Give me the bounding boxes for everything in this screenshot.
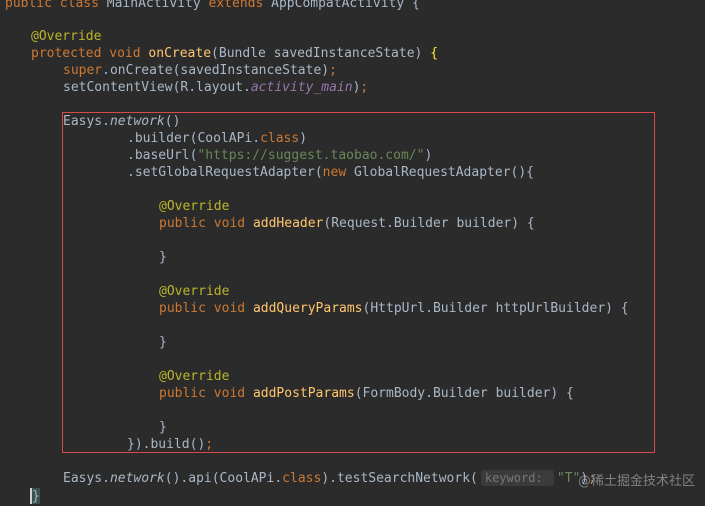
call: setContentView(R.layout. [63, 80, 251, 95]
method-name: network [109, 114, 165, 129]
call: .onCreate(savedInstanceState) [102, 63, 330, 78]
keyword: void [213, 301, 246, 316]
keyword: void [109, 46, 141, 61]
class-ref: Easys. [63, 471, 110, 486]
parent-class: AppCompatActivity [271, 0, 405, 11]
code-line-class-declaration: public class MainActivity extends AppCom… [5, 0, 420, 12]
annotation: @Override [159, 199, 230, 214]
paren: ) [424, 148, 433, 163]
code-line-annotation: @Override [159, 368, 229, 385]
watermark: @稀土掘金技术社区 [577, 474, 695, 489]
method-name: addHeader [252, 216, 324, 231]
semicolon: ; [329, 63, 337, 78]
code-line-api-call: Easys.network().api(CoolAPi.class).testS… [63, 470, 596, 487]
keyword: new [322, 165, 347, 180]
brace: } [32, 489, 40, 504]
keyword: protected [31, 46, 102, 61]
keyword: public [159, 301, 206, 316]
params: (Bundle savedInstanceState) [211, 46, 423, 61]
code-line-set-adapter: .setGlobalRequestAdapter(new GlobalReque… [127, 164, 534, 181]
call: }).build() [127, 437, 206, 452]
call: .builder(CoolAPi. [127, 131, 261, 146]
code-line-close-brace: } [159, 249, 167, 266]
class-ref: Easys. [63, 114, 110, 129]
code-line-easys-network: Easys.network() [63, 113, 180, 130]
code-line-oncreate: protected void onCreate(Bundle savedInst… [31, 45, 438, 62]
keyword: class [260, 131, 300, 146]
brace: } [159, 420, 167, 435]
semicolon: ; [360, 80, 369, 95]
annotation: @Override [159, 369, 230, 384]
code-line-add-post-params: public void addPostParams(FormBody.Build… [159, 385, 574, 402]
paren: () [164, 114, 181, 129]
call: GlobalRequestAdapter(){ [346, 165, 534, 180]
code-line-base-url: .baseUrl("https://suggest.taobao.com/") [127, 147, 432, 164]
keyword: public [5, 0, 52, 11]
code-line-annotation: @Override [159, 283, 229, 300]
string-literal: "https://suggest.taobao.com/" [197, 148, 425, 163]
brace: { [412, 0, 420, 11]
code-line-annotation: @Override [159, 198, 229, 215]
method-name: onCreate [148, 46, 212, 61]
annotation: @Override [159, 284, 230, 299]
parameter-hint: keyword: [480, 470, 554, 486]
annotation: @Override [31, 29, 102, 44]
params: (Request.Builder builder) { [323, 216, 535, 231]
code-editor[interactable]: public class MainActivity extends AppCom… [0, 0, 705, 506]
keyword: public [159, 386, 206, 401]
paren: ) [299, 131, 308, 146]
keyword: void [213, 386, 246, 401]
brace: { [430, 46, 439, 61]
keyword: super [63, 63, 103, 78]
field: activity_main [250, 80, 353, 95]
class-name: MainActivity [106, 0, 201, 11]
method-name: addQueryParams [252, 301, 363, 316]
params: (HttpUrl.Builder httpUrlBuilder) { [362, 301, 629, 316]
code-line-close-brace: } [159, 334, 167, 351]
keyword: void [213, 216, 246, 231]
code-line-annotation: @Override [31, 28, 101, 45]
call: ().api(CoolAPi. [164, 471, 283, 486]
call: ).testSearchNetwork( [321, 471, 478, 486]
method-name: network [109, 471, 165, 486]
call: .setGlobalRequestAdapter( [127, 165, 323, 180]
code-line-builder: .builder(CoolAPi.class) [127, 130, 307, 147]
code-line-super-call: super.onCreate(savedInstanceState); [63, 62, 337, 79]
code-line-close-brace: } [159, 419, 167, 436]
method-name: addPostParams [252, 386, 355, 401]
code-line-add-header: public void addHeader(Request.Builder bu… [159, 215, 535, 232]
brace: } [159, 335, 167, 350]
call: .baseUrl( [127, 148, 198, 163]
brace: } [159, 250, 167, 265]
code-line-add-query-params: public void addQueryParams(HttpUrl.Build… [159, 300, 629, 317]
string-literal: "T" [556, 471, 581, 486]
keyword: class [59, 0, 99, 11]
keyword: public [159, 216, 206, 231]
code-line-close-brace: } [32, 488, 40, 505]
keyword: extends [208, 0, 264, 11]
code-line-set-content-view: setContentView(R.layout.activity_main); [63, 79, 368, 96]
params: (FormBody.Builder builder) { [354, 386, 574, 401]
code-line-build: }).build(); [127, 436, 213, 453]
semicolon: ; [205, 437, 214, 452]
keyword: class [282, 471, 322, 486]
